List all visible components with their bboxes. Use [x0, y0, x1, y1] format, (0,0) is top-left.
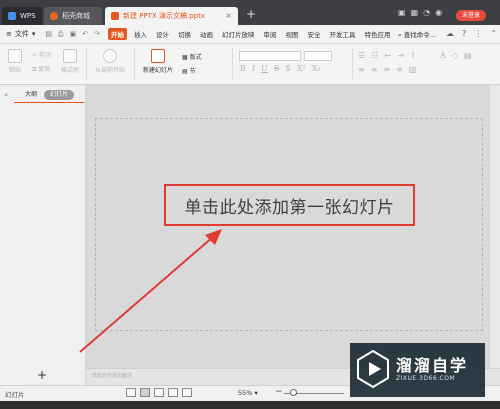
watermark-title: 溜溜自学: [396, 356, 469, 375]
watermark-logo: [357, 349, 389, 389]
slideshow-view-icon[interactable]: [182, 388, 192, 397]
zoom-slider-thumb[interactable]: [290, 389, 297, 396]
status-slide-label: 幻灯片: [5, 391, 25, 399]
normal-view-icon[interactable]: [140, 388, 150, 397]
bottom-strip: [0, 401, 500, 409]
reading-view-icon[interactable]: [168, 388, 178, 397]
notes-view-icon[interactable]: [126, 388, 136, 397]
zoom-value: 55%: [238, 389, 253, 397]
zoom-level[interactable]: 55% ▾: [238, 389, 258, 397]
watermark-url: ZIXUE.3D66.COM: [396, 375, 456, 382]
view-switcher: [126, 388, 192, 397]
zoom-out-button[interactable]: −: [275, 387, 283, 397]
sorter-view-icon[interactable]: [154, 388, 164, 397]
